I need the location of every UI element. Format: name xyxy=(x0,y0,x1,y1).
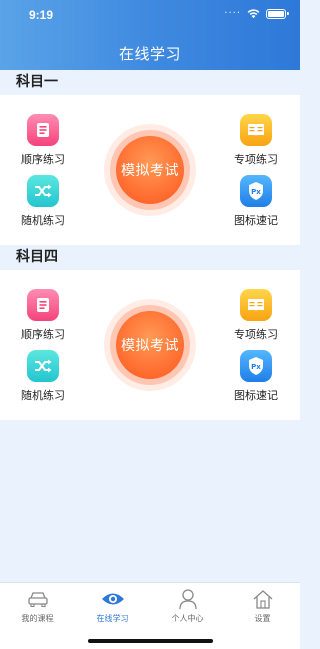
status-icons: ···· xyxy=(224,8,289,19)
icon-memo-label: 图标速记 xyxy=(234,389,278,402)
tab-my-courses-label: 我的课程 xyxy=(21,614,54,623)
wifi-icon xyxy=(247,9,260,19)
random-practice-label: 随机练习 xyxy=(21,214,65,227)
signal-icon: ···· xyxy=(224,8,241,19)
status-bar: 9:19 ···· xyxy=(0,0,300,32)
random-practice-label: 随机练习 xyxy=(21,389,65,402)
subject-one-panel: 顺序练习 专项练习 随机练习 Px 图标速记 模拟考试 xyxy=(0,95,300,245)
special-practice-icon xyxy=(240,114,272,146)
home-indicator xyxy=(88,639,213,643)
special-practice-button[interactable]: 专项练习 xyxy=(226,114,286,167)
icon-memo-button[interactable]: Px 图标速记 xyxy=(226,350,286,403)
random-practice-icon xyxy=(27,350,59,382)
sequential-practice-icon xyxy=(27,114,59,146)
section-subject-one-label: 科目一 xyxy=(0,70,300,95)
mock-exam-ring: 模拟考试 xyxy=(110,130,190,210)
special-practice-button[interactable]: 专项练习 xyxy=(226,289,286,342)
icon-memo-label: 图标速记 xyxy=(234,214,278,227)
icon-memo-button[interactable]: Px 图标速记 xyxy=(226,175,286,228)
tab-online-learning[interactable]: 在线学习 xyxy=(75,588,150,624)
mock-exam-button[interactable]: 模拟考试 xyxy=(104,124,196,216)
svg-text:Px: Px xyxy=(251,188,261,196)
tab-settings-label: 设置 xyxy=(254,614,271,623)
mock-exam-label: 模拟考试 xyxy=(116,136,184,204)
tab-bar: 我的课程 在线学习 个人中心 设置 xyxy=(0,582,300,649)
subject-four-panel: 顺序练习 专项练习 随机练习 Px 图标速记 模拟考试 xyxy=(0,270,300,420)
status-time: 9:19 xyxy=(29,8,54,22)
tab-online-learning-label: 在线学习 xyxy=(96,614,129,623)
person-icon xyxy=(178,589,197,610)
sequential-practice-label: 顺序练习 xyxy=(21,328,65,341)
tab-my-courses[interactable]: 我的课程 xyxy=(0,588,75,624)
random-practice-button[interactable]: 随机练习 xyxy=(13,350,73,403)
mock-exam-label: 模拟考试 xyxy=(116,311,184,379)
special-practice-label: 专项练习 xyxy=(234,153,278,166)
sequential-practice-label: 顺序练习 xyxy=(21,153,65,166)
special-practice-icon xyxy=(240,289,272,321)
battery-icon xyxy=(266,9,289,19)
eye-icon xyxy=(101,593,124,605)
page-title: 在线学习 xyxy=(118,45,181,63)
icon-memo-icon: Px xyxy=(240,350,272,382)
car-icon xyxy=(27,592,48,608)
tab-personal-center[interactable]: 个人中心 xyxy=(150,588,225,624)
mock-exam-button[interactable]: 模拟考试 xyxy=(104,299,196,391)
mock-exam-ring: 模拟考试 xyxy=(110,305,190,385)
tab-settings[interactable]: 设置 xyxy=(225,588,300,624)
svg-text:Px: Px xyxy=(251,363,261,371)
sequential-practice-button[interactable]: 顺序练习 xyxy=(13,114,73,167)
section-subject-four-label: 科目四 xyxy=(0,245,300,270)
special-practice-label: 专项练习 xyxy=(234,328,278,341)
sequential-practice-icon xyxy=(27,289,59,321)
random-practice-icon xyxy=(27,175,59,207)
app-header: 9:19 ···· 在线学习 xyxy=(0,0,300,70)
random-practice-button[interactable]: 随机练习 xyxy=(13,175,73,228)
tab-personal-center-label: 个人中心 xyxy=(171,614,204,623)
icon-memo-icon: Px xyxy=(240,175,272,207)
home-icon xyxy=(253,590,272,609)
sequential-practice-button[interactable]: 顺序练习 xyxy=(13,289,73,342)
